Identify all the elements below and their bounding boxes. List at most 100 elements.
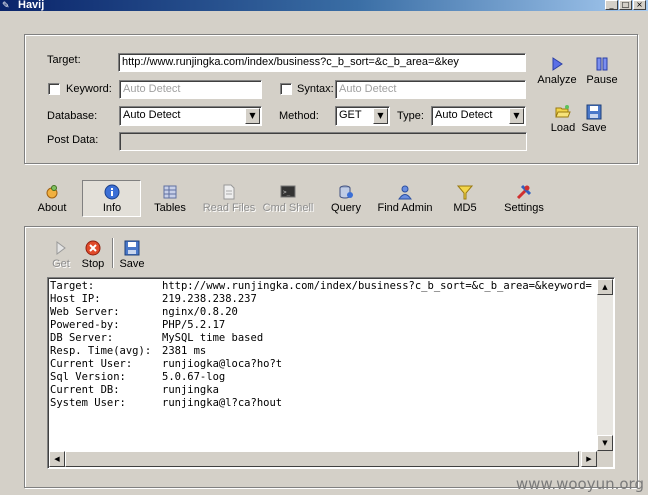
save-output-label: Save [119, 258, 145, 270]
output-key: Powered-by: [50, 319, 120, 331]
tab-about[interactable]: About [34, 184, 70, 214]
keyword-checkbox[interactable] [48, 83, 60, 95]
type-label: Type: [397, 110, 424, 122]
svg-text:>_: >_ [283, 189, 291, 196]
title-bar: ✎ Havij _ □ × [0, 0, 648, 11]
horizontal-scrollbar[interactable]: ◀ ▶ [49, 451, 597, 467]
analyze-button[interactable]: Analyze [536, 56, 578, 86]
cmd-shell-icon: >_ [280, 185, 296, 198]
save-config-button[interactable]: Save [580, 104, 608, 134]
output-value: runjingka [162, 384, 219, 396]
chevron-down-icon[interactable]: ▼ [509, 108, 524, 124]
folder-open-icon [555, 105, 571, 118]
keyword-input[interactable]: Auto Detect [119, 80, 262, 99]
method-label: Method: [279, 110, 319, 122]
horizontal-scroll-thumb[interactable] [65, 451, 579, 467]
tab-info[interactable]: Info [92, 184, 132, 214]
get-button[interactable]: Get [50, 240, 72, 270]
vertical-scrollbar[interactable]: ▲ ▼ [597, 279, 613, 451]
tab-settings[interactable]: Settings [502, 184, 546, 214]
output-key: Web Server: [50, 306, 120, 318]
scroll-left-icon[interactable]: ◀ [49, 451, 65, 467]
info-output-box[interactable]: Target: http://www.runjingka.com/index/bu… [47, 277, 615, 469]
output-key: System User: [50, 397, 126, 409]
output-value: 2381 ms [162, 345, 207, 357]
pause-label: Pause [586, 74, 618, 86]
load-button[interactable]: Load [548, 104, 578, 134]
stop-label: Stop [81, 258, 105, 270]
pause-icon [596, 57, 608, 71]
tab-md5[interactable]: MD5 [449, 184, 481, 214]
toolbar-separator [112, 238, 114, 268]
tab-read-files[interactable]: Read Files [201, 184, 257, 214]
query-icon [339, 185, 353, 199]
output-key: Current DB: [50, 384, 120, 396]
window-title: Havij [18, 0, 45, 11]
post-data-input[interactable] [119, 132, 527, 151]
tab-tables-label: Tables [154, 202, 186, 214]
chevron-down-icon[interactable]: ▼ [245, 108, 260, 124]
target-url-input[interactable]: http://www.runjingka.com/index/business?… [118, 53, 526, 72]
settings-icon [516, 184, 532, 200]
stop-button[interactable]: Stop [80, 240, 106, 270]
scrollbar-corner [597, 451, 613, 467]
type-select-value: Auto Detect [435, 109, 493, 121]
about-icon [46, 185, 58, 199]
keyword-label: Keyword: [66, 83, 112, 95]
method-select-value: GET [339, 109, 362, 121]
output-value: runjiogka@loca?ho?t [162, 358, 283, 370]
save-output-button[interactable]: Save [118, 240, 146, 270]
tab-about-label: About [37, 202, 67, 214]
output-value: MySQL time based [162, 332, 264, 344]
output-value: runjingka@l?ca?hout [162, 397, 283, 409]
chevron-down-icon[interactable]: ▼ [373, 108, 388, 124]
post-data-label: Post Data: [47, 134, 99, 146]
tab-cmd-shell[interactable]: >_ Cmd Shell [261, 184, 315, 214]
md5-icon [457, 185, 473, 200]
output-key: Resp. Time(avg): [50, 345, 152, 357]
output-key: Host IP: [50, 293, 101, 305]
pause-button[interactable]: Pause [584, 56, 620, 86]
stop-icon [85, 240, 101, 256]
output-value: 219.238.238.237 [162, 293, 257, 305]
tab-cmd-shell-label: Cmd Shell [262, 202, 314, 214]
output-value: PHP/5.2.17 [162, 319, 226, 331]
save-config-label: Save [581, 122, 607, 134]
floppy-disk-icon [586, 104, 602, 120]
tab-find-admin-label: Find Admin [377, 202, 433, 214]
tab-md5-label: MD5 [453, 202, 477, 214]
read-files-icon [223, 184, 235, 200]
database-select-value: Auto Detect [123, 109, 181, 121]
tab-info-label: Info [102, 202, 122, 214]
close-button[interactable]: × [633, 0, 646, 10]
info-icon [104, 184, 120, 200]
output-value: http://www.runjingka.com/index/business?… [162, 280, 592, 292]
scroll-right-icon[interactable]: ▶ [581, 451, 597, 467]
tab-find-admin[interactable]: Find Admin [376, 184, 434, 214]
syntax-input[interactable]: Auto Detect [335, 80, 526, 99]
minimize-button[interactable]: _ [605, 0, 618, 10]
output-value: 5.0.67-log [162, 371, 226, 383]
havij-app-icon: ✎ [2, 0, 10, 10]
output-key: Current User: [50, 358, 133, 370]
syntax-checkbox[interactable] [280, 83, 292, 95]
type-select[interactable]: Auto Detect ▼ [431, 106, 526, 126]
watermark: www.wooyun.org [515, 475, 644, 493]
floppy-disk-icon [124, 240, 140, 256]
tab-settings-label: Settings [504, 202, 544, 214]
database-label: Database: [47, 110, 98, 122]
scroll-down-icon[interactable]: ▼ [597, 435, 613, 451]
analyze-label: Analyze [537, 74, 577, 86]
syntax-label: Syntax: [297, 83, 334, 95]
output-key: Target: [50, 280, 95, 292]
tab-tables[interactable]: Tables [150, 184, 190, 214]
output-value: nginx/0.8.20 [162, 306, 238, 318]
tables-icon [163, 185, 177, 199]
tab-query[interactable]: Query [328, 184, 364, 214]
output-key: DB Server: [50, 332, 114, 344]
maximize-button[interactable]: □ [619, 0, 632, 10]
database-select[interactable]: Auto Detect ▼ [119, 106, 262, 126]
target-label: Target: [47, 54, 81, 66]
method-select[interactable]: GET ▼ [335, 106, 390, 126]
scroll-up-icon[interactable]: ▲ [597, 279, 613, 295]
